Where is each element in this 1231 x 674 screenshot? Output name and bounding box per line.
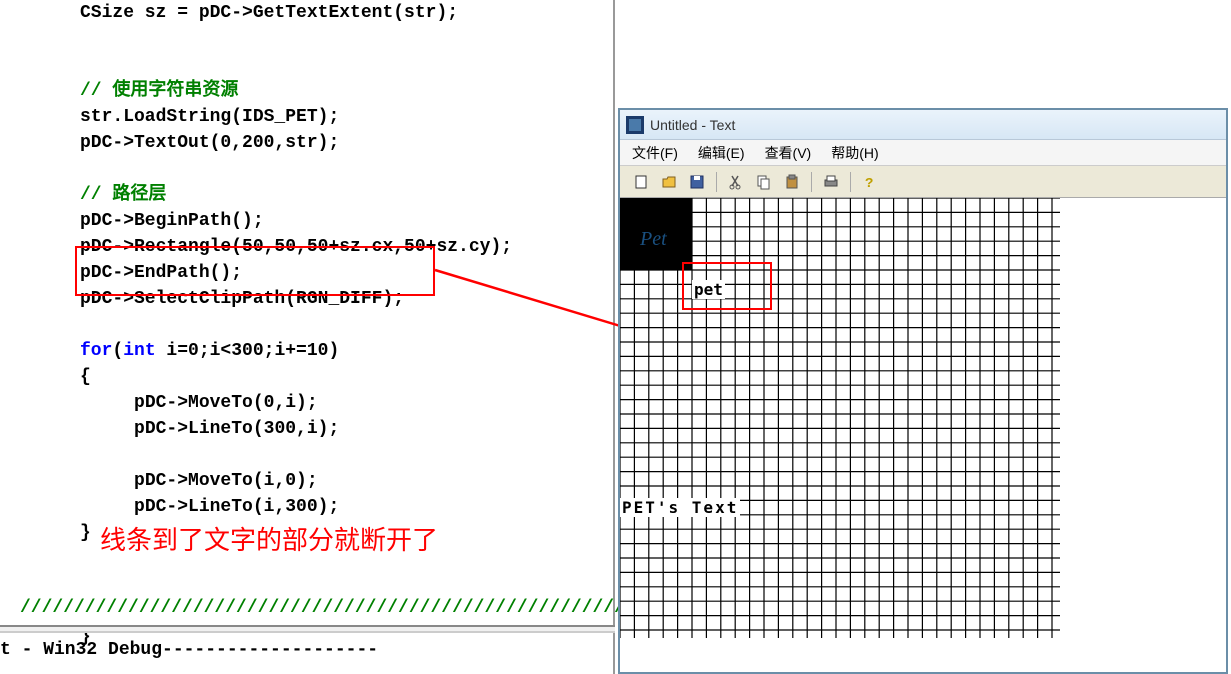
code-highlight-box <box>75 246 435 296</box>
hatch-divider: ////////////////////////////////////////… <box>20 598 679 618</box>
copy-button[interactable] <box>751 170 777 194</box>
copy-icon <box>756 174 772 190</box>
toolbar: ? <box>620 166 1226 198</box>
help-button[interactable]: ? <box>857 170 883 194</box>
pane-splitter[interactable] <box>0 625 615 633</box>
for-rest: i=0;i<300;i+=10) <box>156 341 340 361</box>
pet-highlight-box <box>682 262 772 310</box>
toolbar-separator <box>716 172 717 192</box>
toolbar-separator <box>811 172 812 192</box>
code-editor-pane: CSize sz = pDC->GetTextExtent(str); // 使… <box>0 0 615 674</box>
int-keyword: int <box>123 341 155 361</box>
menu-edit[interactable]: 编辑(E) <box>698 143 745 163</box>
cut-icon <box>728 174 744 190</box>
menu-bar: 文件(F) 编辑(E) 查看(V) 帮助(H) <box>620 140 1226 166</box>
text-app-window: Untitled - Text 文件(F) 编辑(E) 查看(V) 帮助(H) … <box>618 108 1228 674</box>
print-icon <box>823 174 839 190</box>
pets-text-label: PET's Text <box>620 498 740 517</box>
print-button[interactable] <box>818 170 844 194</box>
code-line: pDC->LineTo(300,i); <box>134 419 339 439</box>
brace-open: { <box>80 367 91 387</box>
canvas-area[interactable]: Pet pet PET's Text <box>620 198 1226 672</box>
code-line: pDC->MoveTo(0,i); <box>134 393 318 413</box>
paste-icon <box>784 174 800 190</box>
for-keyword: for <box>80 341 112 361</box>
help-icon: ? <box>862 174 878 190</box>
code-line: CSize sz = pDC->GetTextExtent(str); <box>80 3 458 23</box>
window-title: Untitled - Text <box>650 117 735 133</box>
build-status: t - Win32 Debug-------------------- <box>0 640 378 660</box>
code-comment: // 路径层 <box>80 185 166 205</box>
menu-file[interactable]: 文件(F) <box>632 143 678 163</box>
code-line: pDC->MoveTo(i,0); <box>134 471 318 491</box>
app-icon <box>626 116 644 134</box>
code-line: pDC->TextOut(0,200,str); <box>80 133 339 153</box>
toolbar-separator <box>850 172 851 192</box>
cut-button[interactable] <box>723 170 749 194</box>
menu-help[interactable]: 帮助(H) <box>831 143 878 163</box>
save-button[interactable] <box>684 170 710 194</box>
code-comment: // 使用字符串资源 <box>80 81 238 101</box>
pet-overlay-text: Pet <box>640 228 667 251</box>
brace-close: } <box>80 523 91 543</box>
annotation-text: 线条到了文字的部分就断开了 <box>100 520 438 557</box>
code-line: str.LoadString(IDS_PET); <box>80 107 339 127</box>
new-icon <box>633 174 649 190</box>
save-icon <box>689 174 705 190</box>
open-icon <box>661 174 677 190</box>
open-button[interactable] <box>656 170 682 194</box>
new-button[interactable] <box>628 170 654 194</box>
svg-text:?: ? <box>865 176 873 190</box>
paste-button[interactable] <box>779 170 805 194</box>
menu-view[interactable]: 查看(V) <box>765 143 812 163</box>
code-line: pDC->BeginPath(); <box>80 211 264 231</box>
title-bar[interactable]: Untitled - Text <box>620 110 1226 140</box>
code-line: pDC->LineTo(i,300); <box>134 497 339 517</box>
